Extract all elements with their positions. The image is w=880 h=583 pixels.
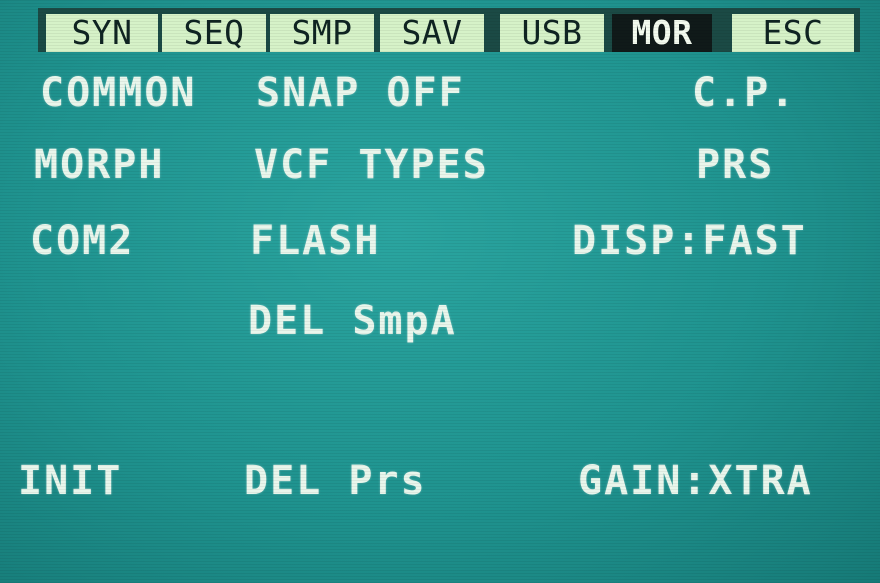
lcd-screen: SYN SEQ SMP SAV USB MOR ESC COMMON SNAP … [0, 0, 880, 583]
tab-usb[interactable]: USB [500, 14, 604, 52]
menu-flash[interactable]: FLASH [250, 218, 380, 264]
tab-seq[interactable]: SEQ [162, 14, 266, 52]
menu-snap-off[interactable]: SNAP OFF [256, 70, 465, 116]
menu-init[interactable]: INIT [18, 458, 122, 504]
tab-esc[interactable]: ESC [732, 14, 854, 52]
tab-mor[interactable]: MOR [612, 14, 712, 52]
menu-del-smpa[interactable]: DEL SmpA [248, 298, 457, 344]
menu-common[interactable]: COMMON [40, 70, 197, 116]
menu-del-prs[interactable]: DEL Prs [244, 458, 427, 504]
menu-cp[interactable]: C.P. [692, 70, 796, 116]
menu-vcf-types[interactable]: VCF TYPES [254, 142, 489, 188]
menu-com2[interactable]: COM2 [30, 218, 134, 264]
menu-gain[interactable]: GAIN:XTRA [578, 458, 813, 504]
menu-prs[interactable]: PRS [696, 142, 774, 188]
menu-morph[interactable]: MORPH [34, 142, 164, 188]
tab-sav[interactable]: SAV [380, 14, 484, 52]
tab-syn[interactable]: SYN [46, 14, 158, 52]
tab-bar: SYN SEQ SMP SAV USB MOR ESC [38, 8, 860, 52]
tab-smp[interactable]: SMP [270, 14, 374, 52]
menu-disp[interactable]: DISP:FAST [572, 218, 807, 264]
